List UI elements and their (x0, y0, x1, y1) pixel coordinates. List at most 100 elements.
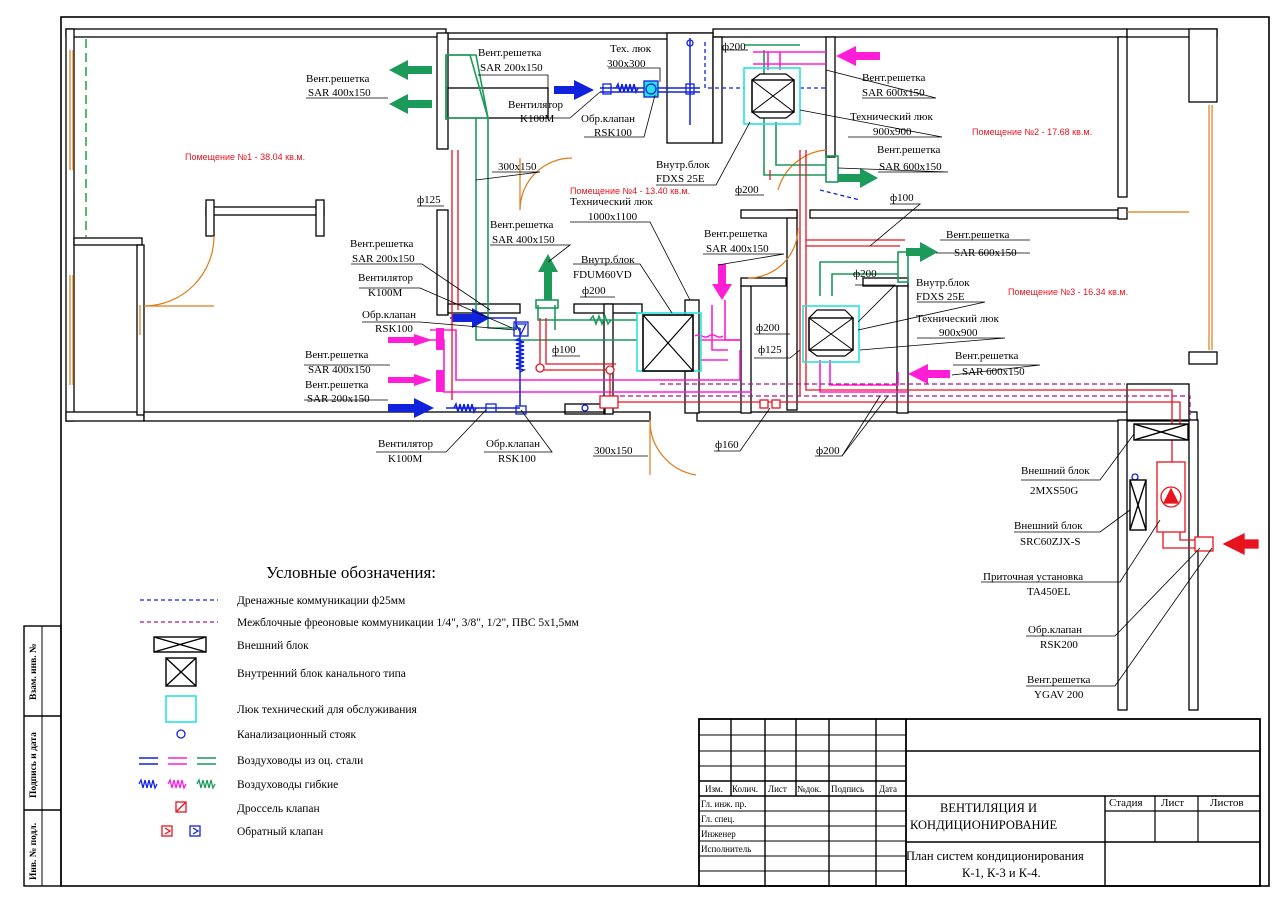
legend-item-check-valve: Обратный клапан (237, 826, 323, 838)
label-check-valve-mid: Обр.клапан (362, 309, 416, 321)
label-phi100-a: ф100 (890, 192, 914, 204)
legend: Условные обозначения: Дренажные коммуник… (138, 563, 580, 838)
label-check-valve-top-model: RSK100 (594, 127, 632, 139)
label-grille-400-mid: Вент.решетка (490, 219, 554, 231)
stamp-replaced-inv: Взам. инв. № (29, 644, 39, 701)
label-tech-hatch-1000: Технический люк (570, 196, 653, 208)
legend-item-flex-duct: Воздуховоды гибкие (237, 779, 338, 791)
stamp-original-inv: Инв. № подл. (29, 823, 39, 880)
label-grille-600-r3: Вент.решетка (946, 229, 1010, 241)
tb-col-doc: №док. (797, 784, 821, 794)
title-block-text: Изм. Колич. Лист №док. Подпись Дата Гл. … (701, 784, 1244, 880)
hvac-floor-plan-sheet: Взам. инв. № Подпись и дата Инв. № подл. (23, 16, 1270, 887)
label-fan-mid: Вентилятор (358, 272, 414, 284)
legend-hatch-icon (165, 695, 197, 723)
legend-item-damper: Дроссель клапан (237, 803, 320, 815)
label-phi125-a: ф125 (417, 194, 441, 206)
label-grille-200-mid: Вент.решетка (350, 238, 414, 250)
label-grille-400-low-spec: SAR 400х150 (308, 364, 371, 376)
label-indoor-fdum-model: FDUM60VD (573, 269, 632, 281)
label-indoor-fdum: Внутр.блок (581, 254, 635, 266)
label-grille-1: Вент.решетка (306, 73, 370, 85)
tb-sheet: Лист (1161, 797, 1184, 809)
label-supply-unit: Приточная установка (983, 571, 1083, 583)
tb-row-chief-specialist: Гл. спец. (701, 814, 734, 824)
label-phi200-top: ф200 (722, 41, 746, 53)
legend-item-drain: Дренажные коммуникации ф25мм (237, 595, 406, 607)
label-tech-hatch-small: Тех. люк (610, 43, 652, 55)
tb-drawing-title-2: К-1, К-3 и К-4. (962, 866, 1041, 880)
tb-col-qty: Колич. (732, 784, 758, 794)
tb-stage: Стадия (1109, 797, 1143, 809)
label-grille-400-mid-spec: SAR 400х150 (492, 234, 555, 246)
label-check-valve-low: Обр.клапан (486, 438, 540, 450)
label-grille-2: Вент.решетка (478, 47, 542, 59)
legend-steel-duct-icons (139, 757, 216, 765)
label-check-valve-low-model: RSK100 (498, 453, 536, 465)
label-outdoor-src: Внешний блок (1014, 520, 1083, 532)
label-phi200-c: ф200 (582, 285, 606, 297)
label-phi200-e: ф200 (756, 322, 780, 334)
label-grille-1-spec: SAR 400х150 (308, 87, 371, 99)
label-phi160: ф160 (715, 439, 739, 451)
room-4-label: Помещение №4 - 13.40 кв.м. (570, 186, 690, 196)
label-phi200-f: ф200 (816, 445, 840, 457)
label-phi125-b: ф125 (758, 344, 782, 356)
blue-arrows (388, 80, 594, 418)
label-check-valve-top: Обр.клапан (581, 113, 635, 125)
tb-project-title-2: КОНДИЦИОНИРОВАНИЕ (910, 818, 1058, 832)
label-outdoor-2mxs-model: 2MXS50G (1030, 485, 1078, 497)
label-indoor-fdxs-r3-model: FDXS 25E (916, 291, 965, 303)
label-grille-600-mid: Вент.решетка (877, 144, 941, 156)
tb-row-chief-engineer: Гл. инж. пр. (701, 799, 746, 809)
label-fan-mid-model: K100M (368, 287, 402, 299)
legend-item-indoor-unit: Внутренний блок канального типа (237, 668, 406, 680)
label-phi200-d: ф200 (853, 268, 877, 280)
tb-project-title-1: ВЕНТИЛЯЦИЯ И (940, 801, 1037, 815)
label-grille-ygav: Вент.решетка (1027, 674, 1091, 686)
legend-outdoor-unit-icon (153, 636, 207, 653)
legend-item-steel-duct: Воздуховоды из оц. стали (237, 755, 363, 767)
label-grille-200-low: Вент.решетка (305, 379, 369, 391)
side-stamp: Взам. инв. № Подпись и дата Инв. № подл. (23, 625, 62, 887)
label-tech-hatch-small-size: 300х300 (607, 58, 646, 70)
label-tech-hatch-900-r3: Технический люк (916, 313, 999, 325)
label-outdoor-src-model: SRC60ZJX-S (1020, 536, 1081, 548)
tb-col-signature: Подпись (831, 784, 864, 794)
legend-item-outdoor-unit: Внешний блок (237, 640, 309, 652)
label-grille-600-mid-spec: SAR 600х150 (879, 161, 942, 173)
tb-col-change: Изм. (705, 784, 723, 794)
legend-item-sewer: Канализационный стояк (237, 729, 356, 741)
tb-col-sheet: Лист (768, 784, 787, 794)
label-duct-300x150-low: 300х150 (594, 445, 633, 457)
label-phi200-b: ф200 (735, 184, 759, 196)
legend-sewer-icon (176, 729, 186, 739)
room-1-label: Помещение №1 - 38.04 кв.м. (185, 152, 305, 162)
label-duct-300x150-top: 300х150 (498, 161, 537, 173)
label-grille-600-r3b-spec: SAR 600х150 (962, 366, 1025, 378)
legend-flex-duct-icons (138, 778, 216, 790)
tb-row-executor: Исполнитель (701, 844, 751, 854)
room-3-label: Помещение №3 - 16.34 кв.м. (1008, 287, 1128, 297)
label-grille-2-spec: SAR 200х150 (480, 62, 543, 74)
label-fan-low: Вентилятор (378, 438, 434, 450)
legend-check-valve-icons (161, 825, 201, 837)
label-indoor-fdxs-top: Внутр.блок (656, 159, 710, 171)
label-fan-top-model: K100M (520, 113, 554, 125)
label-outdoor-2mxs: Внешний блок (1021, 465, 1090, 477)
label-grille-400-right-spec: SAR 400х150 (706, 243, 769, 255)
label-check-valve-rsk200: Обр.клапан (1028, 624, 1082, 636)
room-2-label: Помещение №2 - 17.68 кв.м. (972, 127, 1092, 137)
tb-sheets: Листов (1210, 797, 1244, 809)
label-tech-hatch-1000-size: 1000х1100 (588, 211, 638, 223)
label-grille-600-top: Вент.решетка (862, 72, 926, 84)
label-grille-600-r3b: Вент.решетка (955, 350, 1019, 362)
stamp-signature-date: Подпись и дата (29, 732, 39, 798)
label-tech-hatch-900-r3-size: 900х900 (939, 327, 978, 339)
tb-drawing-title-1: План систем кондиционирования (906, 849, 1084, 863)
label-check-valve-rsk200-model: RSK200 (1040, 639, 1078, 651)
label-indoor-fdxs-r3: Внутр.блок (916, 277, 970, 289)
label-grille-600-r3-spec: SAR 600х150 (954, 247, 1017, 259)
label-check-valve-mid-model: RSK100 (375, 323, 413, 335)
legend-item-hatch: Люк технический для обслуживания (237, 704, 418, 716)
